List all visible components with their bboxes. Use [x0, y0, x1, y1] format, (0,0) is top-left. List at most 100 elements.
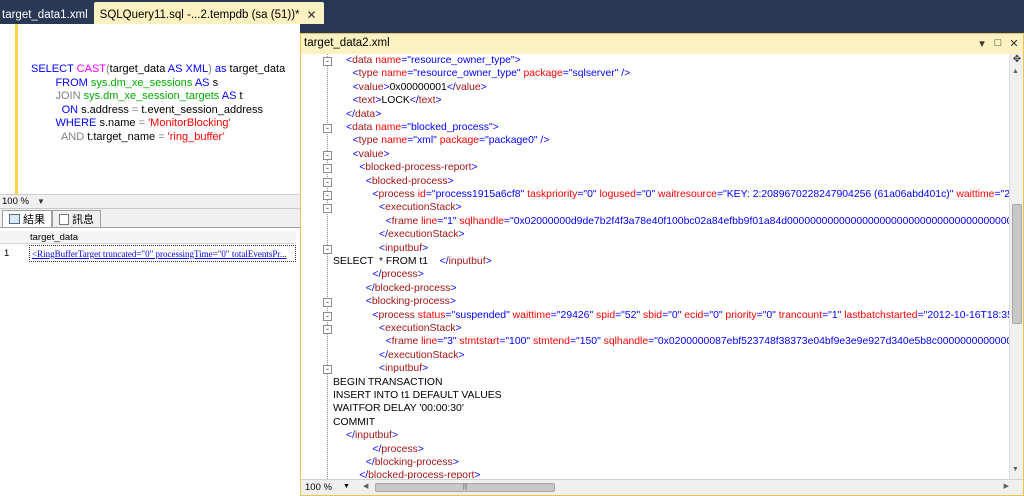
grid-icon [9, 214, 20, 224]
xml-token: 0x00000001 [389, 81, 447, 93]
xml-line-text: WAITFOR DELAY '00:00:30' [333, 402, 464, 415]
xml-token: stmtend [530, 336, 570, 348]
collapse-icon[interactable]: - [323, 124, 332, 133]
xml-line-text: </process> [372, 268, 423, 281]
sql-code[interactable]: SELECT CAST(target_data AS XML) as targe… [31, 63, 285, 144]
sql-token: = [131, 103, 142, 116]
xml-token: trancount [775, 309, 823, 321]
xml-line-text: </process> [372, 443, 423, 456]
xml-token: blocked_process [410, 122, 489, 133]
xml-token: xml [416, 135, 434, 147]
collapse-icon[interactable]: - [323, 365, 332, 375]
xml-line: <value>0x00000001</value> [301, 81, 1009, 94]
scroll-thumb[interactable] [1012, 204, 1022, 324]
xml-line: </data> [301, 108, 1009, 121]
scroll-up-icon[interactable]: ▲ [1012, 68, 1019, 75]
xml-token: > [480, 81, 487, 93]
xml-token: =" [917, 309, 928, 321]
xml-token: blocked-process-report [368, 470, 475, 479]
xml-line-text: <blocked-process-report> [359, 161, 477, 174]
chevron-down-icon[interactable]: ▼ [37, 197, 45, 206]
collapse-icon[interactable]: - [323, 325, 332, 334]
maximize-icon[interactable]: □ [993, 37, 1003, 50]
xml-token: 0x02000000d9de7b2f4f3a78e40f100bc02a84ef… [513, 215, 1009, 227]
xml-token: suspended [455, 309, 507, 321]
collapse-icon[interactable]: - [323, 177, 332, 187]
column-header[interactable]: target_data [0, 231, 296, 244]
horizontal-scrollbar[interactable]: ◀ ||| ▶ [363, 482, 1009, 493]
xml-result-link[interactable]: <RingBufferTarget truncated="0" processi… [29, 245, 296, 262]
zoom-level[interactable]: 100 % [305, 482, 332, 493]
scroll-right-icon[interactable]: ▶ [1004, 482, 1009, 490]
xml-token: ecid [681, 309, 704, 321]
xml-token: blocked-process-report [365, 162, 472, 174]
xml-token: sqlhandle [600, 336, 649, 348]
xml-token: resource_owner_type [410, 55, 511, 66]
table-row[interactable]: 1 <RingBufferTarget truncated="0" proces… [0, 245, 296, 262]
collapse-icon[interactable]: - [323, 311, 332, 321]
xml-content[interactable]: - <data name="resource_owner_type"> <type … [301, 54, 1009, 479]
xml-token: resource_owner_type [416, 68, 517, 80]
close-icon[interactable]: ✕ [306, 8, 318, 22]
sql-token: target_data [109, 63, 168, 75]
collapse-icon[interactable]: - [323, 164, 332, 174]
tab-results[interactable]: 結果 [2, 210, 52, 227]
xml-token: =" [615, 309, 625, 321]
collapse-icon[interactable]: - [323, 191, 332, 200]
tab-messages[interactable]: 訊息 [52, 210, 101, 227]
close-icon[interactable]: ✕ [1009, 37, 1019, 50]
xml-line-text: <text>LOCK</text> [353, 94, 442, 107]
collapse-icon[interactable]: - [323, 204, 332, 214]
xml-token: process [381, 269, 418, 281]
zoom-level[interactable]: 100 % [2, 196, 29, 207]
xml-token: BEGIN TRANSACTION [333, 376, 443, 388]
chevron-down-icon[interactable]: ▼ [343, 483, 350, 490]
sql-token: AND [60, 130, 88, 143]
xml-window-title-bar[interactable]: target_data2.xml ▾ □ ✕ [301, 34, 1023, 54]
scroll-down-icon[interactable]: ▼ [1012, 466, 1019, 473]
xml-token: </ [372, 269, 382, 281]
xml-token: =" [401, 122, 411, 133]
xml-token: frame [391, 336, 419, 348]
xml-token: =" [437, 215, 448, 227]
xml-line-text: <value> [353, 148, 390, 161]
xml-line-text: <executionStack> [379, 322, 462, 335]
xml-token: > [450, 282, 457, 294]
xml-line: BEGIN TRANSACTION [301, 376, 1009, 389]
tab-target-data1[interactable]: target_data1.xml [0, 2, 94, 24]
xml-token: waitresource [655, 189, 717, 200]
collapse-icon[interactable]: - [323, 150, 332, 160]
collapse-icon[interactable]: - [323, 298, 332, 308]
xml-token: </ [439, 256, 449, 267]
sql-token: s [212, 76, 219, 89]
collapse-icon[interactable]: - [323, 244, 332, 254]
xml-token: > [417, 269, 424, 281]
sql-line: ON s.address = t.event_session_address [31, 104, 285, 118]
document-tab-strip: target_data1.xml SQLQuery11.sql -...2.te… [0, 0, 1024, 24]
sql-editor[interactable]: SELECT CAST(target_data AS XML) as targe… [0, 24, 300, 194]
xml-line-text: <blocked-process> [366, 175, 454, 188]
xml-line-text: BEGIN TRANSACTION [333, 376, 443, 389]
xml-line: - <blocking-process> [301, 295, 1009, 308]
tab-sqlquery11[interactable]: SQLQuery11.sql -...2.tempdb (sa (51))* ✕ [93, 2, 324, 24]
dropdown-icon[interactable]: ▾ [977, 37, 987, 50]
vertical-scrollbar[interactable]: ✥ ▲ ▼ [1009, 54, 1023, 479]
xml-token: waittime [953, 189, 995, 200]
xml-token: =" [479, 135, 489, 147]
xml-token: taskpriority [524, 189, 578, 200]
xml-token: data [352, 55, 373, 66]
xml-line-text: <type name="xml" package="package0" /> [353, 134, 550, 147]
xml-token: 100 [509, 336, 527, 348]
collapse-icon[interactable]: - [323, 57, 332, 66]
sql-token: t.target_name [87, 130, 159, 143]
sql-line: FROM sys.dm_xe_sessions AS s [31, 77, 285, 91]
xml-token: text [358, 95, 376, 107]
scroll-left-icon[interactable]: ◀ [363, 482, 368, 490]
xml-token: > [458, 349, 465, 361]
xml-token: executionStack [385, 202, 456, 214]
scroll-thumb[interactable]: ||| [375, 483, 555, 492]
split-icon[interactable]: ✥ [1011, 54, 1023, 66]
sql-token: as [211, 63, 230, 75]
